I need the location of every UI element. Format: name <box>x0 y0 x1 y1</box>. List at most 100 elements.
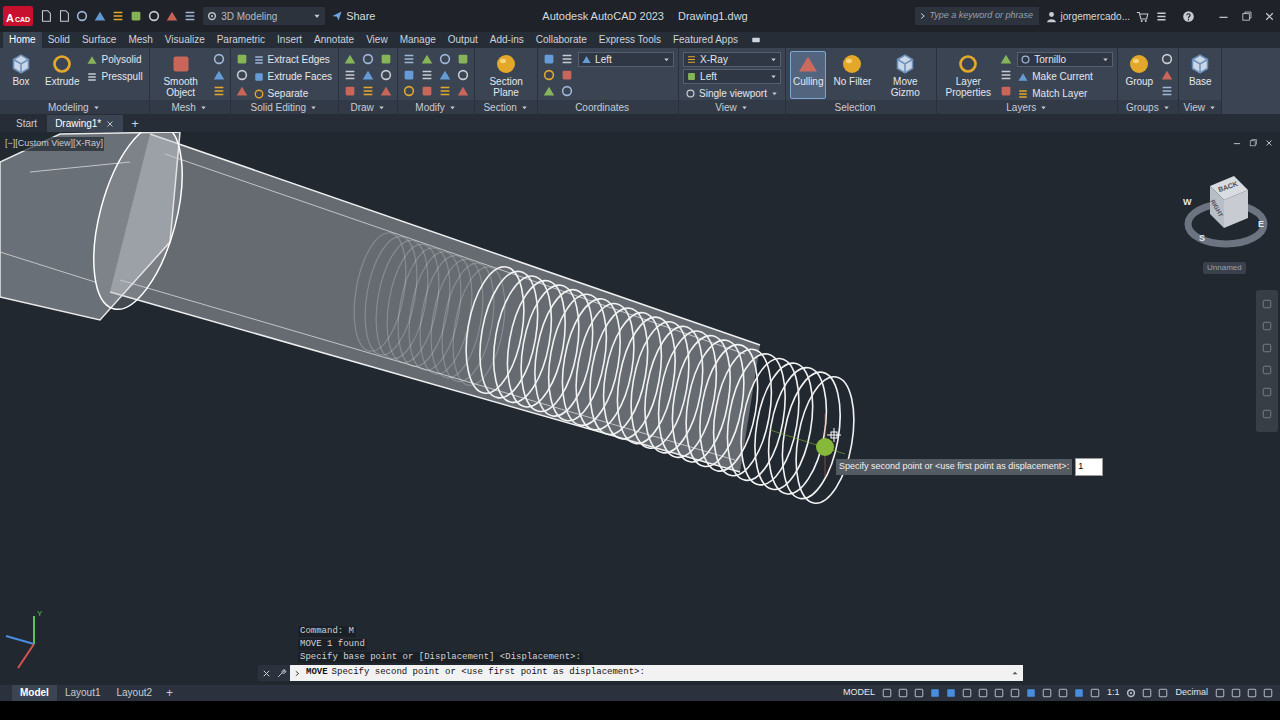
tool-icon[interactable] <box>542 68 556 82</box>
status-toggle-icon[interactable] <box>913 687 925 699</box>
close-icon[interactable] <box>1263 10 1276 23</box>
quick-access-icon[interactable] <box>165 9 179 23</box>
status-toggle-icon[interactable] <box>929 687 941 699</box>
ribbon-tab[interactable]: Add-ins <box>484 32 530 48</box>
tool-icon[interactable] <box>542 52 556 66</box>
quick-access-icon[interactable] <box>75 9 89 23</box>
close-tab-icon[interactable] <box>105 119 115 129</box>
tool-icon[interactable] <box>361 84 375 98</box>
ribbon-dropdown[interactable]: X-Ray <box>683 52 781 67</box>
tool-icon[interactable] <box>1160 68 1174 82</box>
panel-title[interactable]: Selection <box>786 100 936 114</box>
search-input[interactable] <box>930 9 1036 23</box>
status-tool-icon[interactable] <box>1230 687 1242 699</box>
ribbon-small-button[interactable]: Polysolid <box>86 52 144 67</box>
viewport-controls[interactable]: [−][Custom View][X-Ray] <box>4 137 104 151</box>
nav-tool-icon[interactable] <box>1261 320 1273 332</box>
ribbon-small-button[interactable]: Make Current <box>1017 69 1113 84</box>
tool-icon[interactable] <box>456 52 470 66</box>
quick-access-icon[interactable] <box>57 9 71 23</box>
quick-access-icon[interactable] <box>93 9 107 23</box>
panel-title[interactable]: Layers <box>937 100 1117 114</box>
close-icon[interactable] <box>1264 138 1274 148</box>
status-toggle-icon[interactable] <box>1089 687 1101 699</box>
tool-icon[interactable] <box>438 52 452 66</box>
layout-tab[interactable]: Model <box>12 685 57 701</box>
tool-icon[interactable] <box>402 68 416 82</box>
quick-access-icon[interactable] <box>129 9 143 23</box>
ribbon-tab[interactable]: Annotate <box>308 32 360 48</box>
customize-icon[interactable] <box>276 668 287 679</box>
panel-title[interactable]: Modify <box>398 100 474 114</box>
status-setting-icon[interactable] <box>1125 687 1137 699</box>
tool-icon[interactable] <box>235 52 249 66</box>
layout-tab[interactable]: Layout2 <box>108 685 160 701</box>
tool-icon[interactable] <box>1160 84 1174 98</box>
tool-icon[interactable] <box>999 52 1013 66</box>
tool-icon[interactable] <box>560 52 574 66</box>
tool-icon[interactable] <box>212 84 226 98</box>
ribbon-tab[interactable]: Express Tools <box>593 32 667 48</box>
status-toggle-icon[interactable] <box>1057 687 1069 699</box>
tool-icon[interactable] <box>438 84 452 98</box>
status-toggle-icon[interactable] <box>977 687 989 699</box>
compass-direction[interactable]: W <box>1183 196 1192 210</box>
tool-icon[interactable] <box>212 52 226 66</box>
layout-tab[interactable]: Layout1 <box>57 685 109 701</box>
drawing-viewport[interactable]: [−][Custom View][X-Ray]BACKRIGHTWSEUnnam… <box>0 132 1280 685</box>
quick-access-icon[interactable] <box>39 9 53 23</box>
panel-title[interactable]: Groups <box>1118 100 1178 114</box>
autodesk-app-icon[interactable] <box>1155 10 1168 23</box>
workspace-dropdown[interactable]: 3D Modeling <box>203 7 325 25</box>
panel-title[interactable]: View <box>1179 100 1221 114</box>
panel-title[interactable]: Coordinates <box>538 100 678 114</box>
status-toggle-icon[interactable] <box>945 687 957 699</box>
tool-icon[interactable] <box>402 52 416 66</box>
compass-direction[interactable]: S <box>1199 232 1205 246</box>
ribbon-tab[interactable]: Home <box>3 32 42 48</box>
quick-access-icon[interactable] <box>147 9 161 23</box>
restore-icon[interactable] <box>1240 10 1253 23</box>
tool-icon[interactable] <box>456 68 470 82</box>
panel-title[interactable]: View <box>679 100 785 114</box>
ribbon-dropdown[interactable]: Left <box>683 69 781 84</box>
status-toggle-icon[interactable] <box>1025 687 1037 699</box>
tool-icon[interactable] <box>420 84 434 98</box>
nav-tool-icon[interactable] <box>1261 298 1273 310</box>
compass-direction[interactable]: E <box>1258 218 1264 232</box>
units-selector[interactable]: Decimal <box>1171 686 1212 700</box>
tool-icon[interactable] <box>343 68 357 82</box>
ribbon-small-button[interactable]: Extract Edges <box>253 52 334 67</box>
tool-icon[interactable] <box>212 68 226 82</box>
ribbon-large-button[interactable]: Smooth Object <box>154 51 208 99</box>
tool-icon[interactable] <box>379 68 393 82</box>
minimize-icon[interactable] <box>1217 10 1230 23</box>
status-setting-icon[interactable] <box>1157 687 1169 699</box>
ribbon-large-button[interactable]: Base <box>1183 51 1217 99</box>
status-toggle-icon[interactable] <box>993 687 1005 699</box>
dynamic-input-field[interactable]: 1 <box>1075 458 1103 476</box>
tool-icon[interactable] <box>1160 52 1174 66</box>
ribbon-options-icon[interactable] <box>750 34 762 46</box>
tool-icon[interactable] <box>420 52 434 66</box>
ribbon-small-button[interactable]: Extrude Faces <box>253 69 334 84</box>
ribbon-tab[interactable]: Surface <box>76 32 122 48</box>
file-tab[interactable]: Drawing1* <box>47 115 123 132</box>
ribbon-tab[interactable]: Parametric <box>211 32 271 48</box>
restore-icon[interactable] <box>1248 138 1258 148</box>
ribbon-tab[interactable]: View <box>360 32 394 48</box>
tool-icon[interactable] <box>379 52 393 66</box>
tool-icon[interactable] <box>361 68 375 82</box>
status-toggle-icon[interactable] <box>897 687 909 699</box>
ribbon-tab[interactable]: Output <box>442 32 484 48</box>
ribbon-large-button[interactable]: Box <box>4 51 38 99</box>
ribbon-large-button[interactable]: Culling <box>790 51 827 99</box>
app-logo[interactable]: ACAD <box>3 6 33 26</box>
bolt-model[interactable] <box>0 132 1280 685</box>
command-input[interactable]: MOVESpecify second point or <use first p… <box>290 665 1023 681</box>
annotation-scale[interactable]: 1:1 <box>1103 686 1124 700</box>
new-tab-button[interactable]: + <box>125 115 145 132</box>
tool-icon[interactable] <box>343 52 357 66</box>
add-layout-button[interactable]: + <box>160 685 179 701</box>
ribbon-large-button[interactable]: No Filter <box>830 51 874 99</box>
